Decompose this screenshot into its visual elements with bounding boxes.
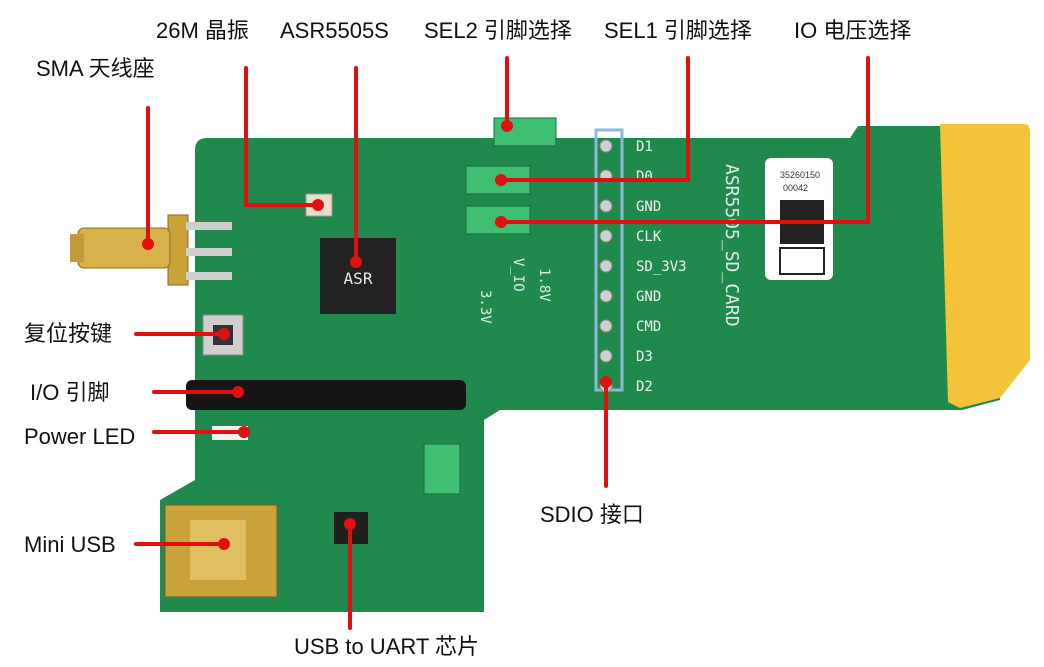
chip-marking: ASR bbox=[344, 269, 373, 288]
sdio-pin-label: SD_3V3 bbox=[636, 259, 687, 275]
qr-number: 35260150 bbox=[780, 170, 820, 180]
gold-edge bbox=[940, 124, 1030, 408]
qr-label: 35260150 00042 bbox=[765, 158, 833, 280]
sdio-pin-pad bbox=[599, 199, 613, 213]
callout-chip: ASR5505S bbox=[280, 18, 389, 43]
callout-io-pins: I/O 引脚 bbox=[30, 380, 110, 405]
sdio-pin-pad bbox=[599, 289, 613, 303]
callout-sdio: SDIO 接口 bbox=[540, 502, 644, 527]
sdio-pin-pad bbox=[599, 229, 613, 243]
sdio-pin-label: GND bbox=[636, 289, 661, 305]
callout-sma: SMA 天线座 bbox=[36, 56, 155, 81]
sdio-pin-pad bbox=[599, 139, 613, 153]
callout-sel1: SEL1 引脚选择 bbox=[604, 18, 752, 43]
board-name: ASR5505_SD_CARD bbox=[721, 164, 742, 327]
callout-reset: 复位按键 bbox=[24, 321, 113, 346]
jumper-vbat bbox=[423, 443, 461, 495]
callout-usb-uart: USB to UART 芯片 bbox=[294, 634, 480, 659]
sdio-pin-label: CMD bbox=[636, 319, 661, 335]
callout-sel2: SEL2 引脚选择 bbox=[424, 18, 572, 43]
callout-crystal: 26M 晶振 bbox=[156, 18, 249, 43]
voltage-label-3v3: 3.3V bbox=[477, 290, 493, 324]
sdio-pin-label: GND bbox=[636, 199, 661, 215]
io-header bbox=[186, 380, 466, 410]
voltage-label-1v8: 1.8V bbox=[536, 268, 552, 302]
callout-mini-usb: Mini USB bbox=[24, 532, 116, 557]
sdio-pin-label: D2 bbox=[636, 379, 653, 395]
sdio-pin-pad bbox=[599, 259, 613, 273]
sdio-pin-label: CLK bbox=[636, 229, 662, 245]
sdio-pin-pad bbox=[599, 319, 613, 333]
qr-serial: 00042 bbox=[783, 183, 808, 193]
sdio-pin-label: D3 bbox=[636, 349, 653, 365]
callout-io-voltage: IO 电压选择 bbox=[794, 18, 912, 43]
board-diagram: ASR 3.3V V_IO 1.8V D1 D0 GND CLK SD_3V3 GND CM… bbox=[70, 56, 1030, 630]
voltage-label-vio: V_IO bbox=[510, 258, 526, 292]
callout-power-led: Power LED bbox=[24, 424, 136, 449]
sdio-pin-pad bbox=[599, 349, 613, 363]
mini-usb-connector bbox=[164, 504, 278, 598]
sdio-pin-label: D0 bbox=[636, 169, 653, 185]
sma-connector bbox=[70, 214, 232, 286]
sdio-pin-label: D1 bbox=[636, 139, 653, 155]
